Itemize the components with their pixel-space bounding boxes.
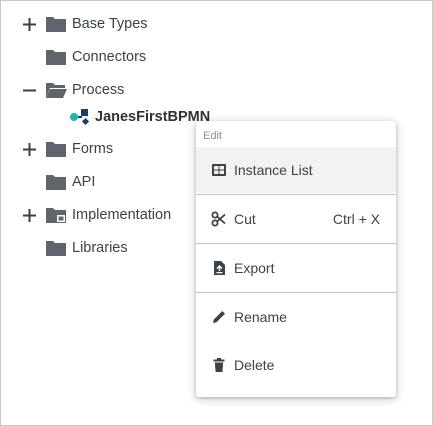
folder-icon [45,239,67,257]
menu-item-instance-list[interactable]: Instance List [196,147,396,193]
folder-icon [45,140,67,158]
folder-open-icon [45,81,67,99]
folder-special-icon [45,206,67,224]
menu-item-rename[interactable]: Rename [196,294,396,340]
pencil-icon [211,309,227,325]
folder-icon [45,173,67,191]
tree-item-label: Base Types [72,16,148,32]
menu-divider [196,243,396,244]
expand-plus-icon[interactable] [22,208,36,222]
menu-item-label: Cut [234,211,256,227]
tree-item-label: API [72,174,96,190]
menu-divider [196,292,396,293]
trash-icon [211,357,227,373]
scissors-icon [211,211,227,227]
folder-icon [45,15,67,33]
tree-item-label: Connectors [72,49,147,65]
tree-item-label: Implementation [72,207,172,223]
menu-item-shortcut: Ctrl + X [332,211,380,227]
table-icon [211,162,227,178]
tree-item-label: Forms [72,141,114,157]
menu-item-label: Instance List [234,162,313,178]
menu-item-label: Export [234,260,275,276]
tree-item-label: Process [72,82,125,98]
collapse-minus-icon[interactable] [22,83,36,97]
tree-item-label: JanesFirstBPMN [95,109,211,125]
expand-plus-icon[interactable] [22,142,36,156]
menu-item-export[interactable]: Export [196,245,396,291]
menu-section-header: Edit [203,130,222,142]
menu-item-cut[interactable]: Cut Ctrl + X [196,196,396,242]
menu-item-label: Delete [234,357,275,373]
expand-plus-icon[interactable] [22,17,36,31]
tree-item-label: Libraries [72,240,128,256]
folder-icon [45,48,67,66]
menu-divider [196,194,396,195]
menu-item-label: Rename [234,309,287,325]
bpmn-process-icon [69,108,91,126]
menu-item-delete[interactable]: Delete [196,342,396,388]
context-menu: Edit Instance List Cut Ctrl + X Export R… [196,121,396,397]
export-file-icon [211,260,227,276]
